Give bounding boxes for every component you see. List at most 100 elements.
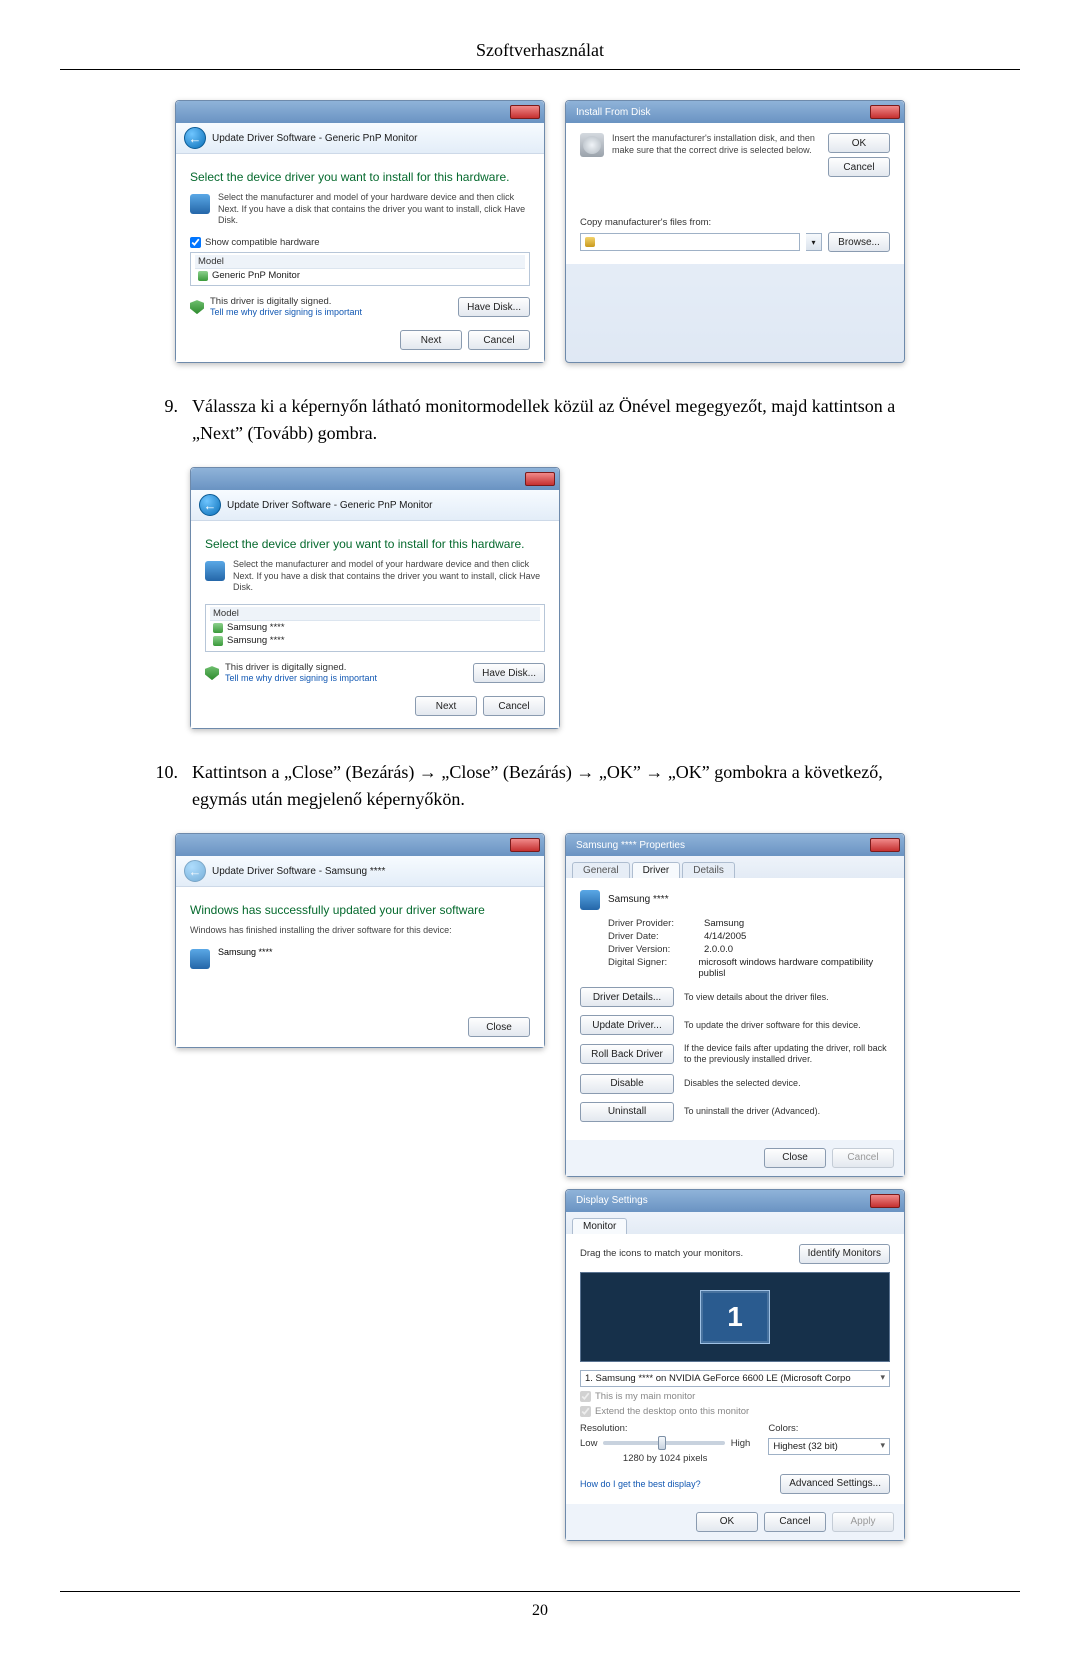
next-button[interactable]: Next — [415, 696, 477, 716]
uninstall-button[interactable]: Uninstall — [580, 1102, 674, 1122]
dialog-update-driver-1: ← Update Driver Software - Generic PnP M… — [175, 100, 545, 363]
value-signer: microsoft windows hardware compatibility… — [698, 957, 890, 979]
checkbox-icon — [580, 1391, 591, 1402]
close-button[interactable]: Close — [468, 1017, 530, 1037]
monitor-preview-area[interactable]: 1 — [580, 1272, 890, 1362]
drag-hint: Drag the icons to match your monitors. — [580, 1248, 743, 1259]
model-listbox[interactable]: Model Samsung **** Samsung **** — [205, 604, 545, 652]
colors-dropdown[interactable]: Highest (32 bit) — [768, 1438, 890, 1455]
dialog-heading: Select the device driver you want to ins… — [190, 170, 530, 184]
step-9: 9. Válassza ki a képernyőn látható monit… — [150, 393, 930, 447]
ok-button[interactable]: OK — [828, 133, 890, 153]
back-arrow-icon[interactable]: ← — [184, 127, 206, 149]
close-button[interactable]: Close — [764, 1148, 826, 1168]
close-icon[interactable] — [870, 1194, 900, 1208]
slider-thumb-icon[interactable] — [658, 1436, 666, 1450]
tab-general[interactable]: General — [572, 862, 630, 878]
titlebar: Samsung **** Properties — [566, 834, 904, 856]
browse-button[interactable]: Browse... — [828, 232, 890, 252]
label-version: Driver Version: — [608, 944, 698, 955]
show-compatible-checkbox[interactable]: Show compatible hardware — [190, 237, 530, 248]
close-icon[interactable] — [870, 105, 900, 119]
resolution-value: 1280 by 1024 pixels — [580, 1453, 750, 1464]
breadcrumb: Update Driver Software - Generic PnP Mon… — [227, 500, 432, 511]
tab-monitor[interactable]: Monitor — [572, 1218, 627, 1234]
page-content: ← Update Driver Software - Generic PnP M… — [60, 100, 1020, 1541]
cancel-button[interactable]: Cancel — [468, 330, 530, 350]
shield-icon — [205, 666, 219, 680]
step-number: 9. — [150, 393, 178, 447]
close-icon[interactable] — [525, 472, 555, 486]
page-number: 20 — [60, 1591, 1020, 1620]
device-name: Samsung **** — [608, 894, 669, 905]
rollback-driver-button[interactable]: Roll Back Driver — [580, 1044, 674, 1064]
model-listbox[interactable]: Model Generic PnP Monitor — [190, 252, 530, 286]
list-item-label: Samsung **** — [227, 622, 285, 633]
driver-details-desc: To view details about the driver files. — [684, 992, 890, 1003]
dialog-update-driver-2: ← Update Driver Software - Generic PnP M… — [190, 467, 560, 729]
dialog-hint: Select the manufacturer and model of you… — [218, 192, 530, 227]
titlebar — [176, 101, 544, 123]
disk-icon — [580, 133, 604, 157]
have-disk-button[interactable]: Have Disk... — [473, 663, 545, 683]
dialog-title: Display Settings — [570, 1195, 870, 1206]
update-driver-button[interactable]: Update Driver... — [580, 1015, 674, 1035]
monitor-icon — [190, 949, 210, 969]
dialog-monitor-properties: Samsung **** Properties General Driver D… — [565, 833, 905, 1177]
folder-icon — [585, 237, 595, 247]
slider-low-label: Low — [580, 1438, 597, 1449]
best-display-link[interactable]: How do I get the best display? — [580, 1479, 701, 1489]
back-arrow-icon[interactable]: ← — [199, 494, 221, 516]
device-name: Samsung **** — [218, 947, 273, 959]
chip-icon — [190, 194, 210, 214]
checkbox-icon[interactable] — [190, 237, 201, 248]
monitor-1-icon[interactable]: 1 — [700, 1290, 770, 1344]
resolution-label: Resolution: — [580, 1423, 750, 1434]
tab-details[interactable]: Details — [682, 862, 735, 878]
identify-monitors-button[interactable]: Identify Monitors — [799, 1244, 890, 1264]
ok-button[interactable]: OK — [696, 1512, 758, 1532]
dropdown-arrow-icon[interactable]: ▾ — [806, 233, 822, 251]
label-provider: Driver Provider: — [608, 918, 698, 929]
list-item[interactable]: Samsung **** — [210, 634, 540, 647]
monitor-icon — [580, 890, 600, 910]
list-item[interactable]: Samsung **** — [210, 621, 540, 634]
signing-info-link[interactable]: Tell me why driver signing is important — [225, 673, 377, 683]
list-header: Model — [195, 255, 525, 269]
step-text: Kattintson a „Close” (Bezárás) → „Close”… — [192, 759, 930, 813]
list-header: Model — [210, 607, 540, 621]
close-icon[interactable] — [870, 838, 900, 852]
monitor-select-dropdown[interactable]: 1. Samsung **** on NVIDIA GeForce 6600 L… — [580, 1370, 890, 1387]
rollback-driver-desc: If the device fails after updating the d… — [684, 1043, 890, 1066]
disable-button[interactable]: Disable — [580, 1074, 674, 1094]
list-item-label: Generic PnP Monitor — [212, 270, 300, 281]
update-driver-desc: To update the driver software for this d… — [684, 1020, 890, 1031]
driver-icon — [198, 271, 208, 281]
path-field[interactable] — [580, 233, 800, 251]
list-item[interactable]: Generic PnP Monitor — [195, 269, 525, 282]
close-icon[interactable] — [510, 838, 540, 852]
tab-driver[interactable]: Driver — [632, 862, 681, 878]
signing-info-link[interactable]: Tell me why driver signing is important — [210, 307, 362, 317]
advanced-settings-button[interactable]: Advanced Settings... — [780, 1474, 890, 1494]
checkbox-icon — [580, 1406, 591, 1417]
next-button[interactable]: Next — [400, 330, 462, 350]
cancel-button[interactable]: Cancel — [483, 696, 545, 716]
checkbox-label: Show compatible hardware — [205, 237, 320, 248]
dialog-update-done: ← Update Driver Software - Samsung **** … — [175, 833, 545, 1048]
back-arrow-icon: ← — [184, 860, 206, 882]
titlebar: Install From Disk — [566, 101, 904, 123]
have-disk-button[interactable]: Have Disk... — [458, 297, 530, 317]
list-item-label: Samsung **** — [227, 635, 285, 646]
cancel-button[interactable]: Cancel — [764, 1512, 826, 1532]
cancel-button[interactable]: Cancel — [828, 157, 890, 177]
dialog-title: Install From Disk — [570, 107, 870, 118]
value-provider: Samsung — [704, 918, 744, 929]
main-monitor-checkbox: This is my main monitor — [580, 1391, 890, 1402]
resolution-slider[interactable] — [603, 1441, 724, 1445]
titlebar — [176, 834, 544, 856]
driver-details-button[interactable]: Driver Details... — [580, 987, 674, 1007]
dialog-title: Samsung **** Properties — [570, 840, 870, 851]
close-icon[interactable] — [510, 105, 540, 119]
breadcrumb-row: ← Update Driver Software - Samsung **** — [176, 856, 544, 887]
